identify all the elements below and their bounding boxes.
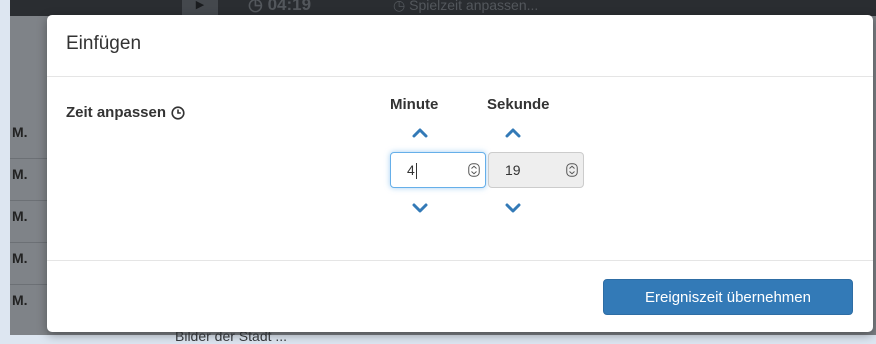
background-row-divider (10, 242, 47, 243)
background-row-label: M. (12, 208, 28, 224)
second-input[interactable]: 19 (488, 152, 584, 188)
chevron-up-icon[interactable] (410, 125, 430, 139)
background-adjust-label: Spielzeit anpassen... (409, 0, 539, 13)
background-row-label: M. (12, 292, 28, 308)
background-row-divider (10, 158, 47, 159)
background-row-label: M. (12, 124, 28, 140)
chevron-up-icon[interactable] (503, 125, 523, 139)
background-row-divider (10, 200, 47, 201)
second-value: 19 (505, 162, 521, 178)
background-row-divider (10, 284, 47, 285)
dialog-header: Einfügen (47, 15, 873, 77)
time-adjust-label: Zeit anpassen (66, 104, 185, 121)
background-time-value: 04:19 (267, 0, 312, 14)
time-adjust-text: Zeit anpassen (66, 104, 167, 121)
background-toolbar: ▶ ◷ 04:19 ◷ Spielzeit anpassen... (10, 0, 876, 16)
background-row-label: M. (12, 166, 28, 182)
minute-input[interactable]: 4 (390, 152, 486, 188)
background-row-label: M. (12, 250, 28, 266)
stepper-icon[interactable] (468, 163, 480, 177)
background-time: ◷ 04:19 (248, 0, 311, 15)
apply-event-time-button[interactable]: Ereigniszeit übernehmen (603, 279, 853, 315)
clock-icon (171, 105, 185, 120)
second-header: Sekunde (487, 96, 550, 113)
stepper-icon[interactable] (566, 163, 578, 177)
chevron-down-icon[interactable] (410, 201, 430, 215)
minute-value: 4 (407, 162, 415, 178)
clock-icon: ◷ (248, 0, 263, 14)
text-cursor (415, 163, 417, 180)
minute-header: Minute (390, 96, 439, 113)
dialog-title: Einfügen (66, 33, 142, 54)
chevron-down-icon[interactable] (503, 201, 523, 215)
clock-icon: ◷ (393, 0, 406, 13)
background-adjust-link: ◷ Spielzeit anpassen... (393, 0, 538, 14)
play-icon: ▶ (182, 0, 218, 16)
insert-dialog: Einfügen Zeit anpassen Minute 4 Sekunde … (47, 15, 873, 332)
dialog-footer: Ereigniszeit übernehmen (47, 260, 873, 333)
